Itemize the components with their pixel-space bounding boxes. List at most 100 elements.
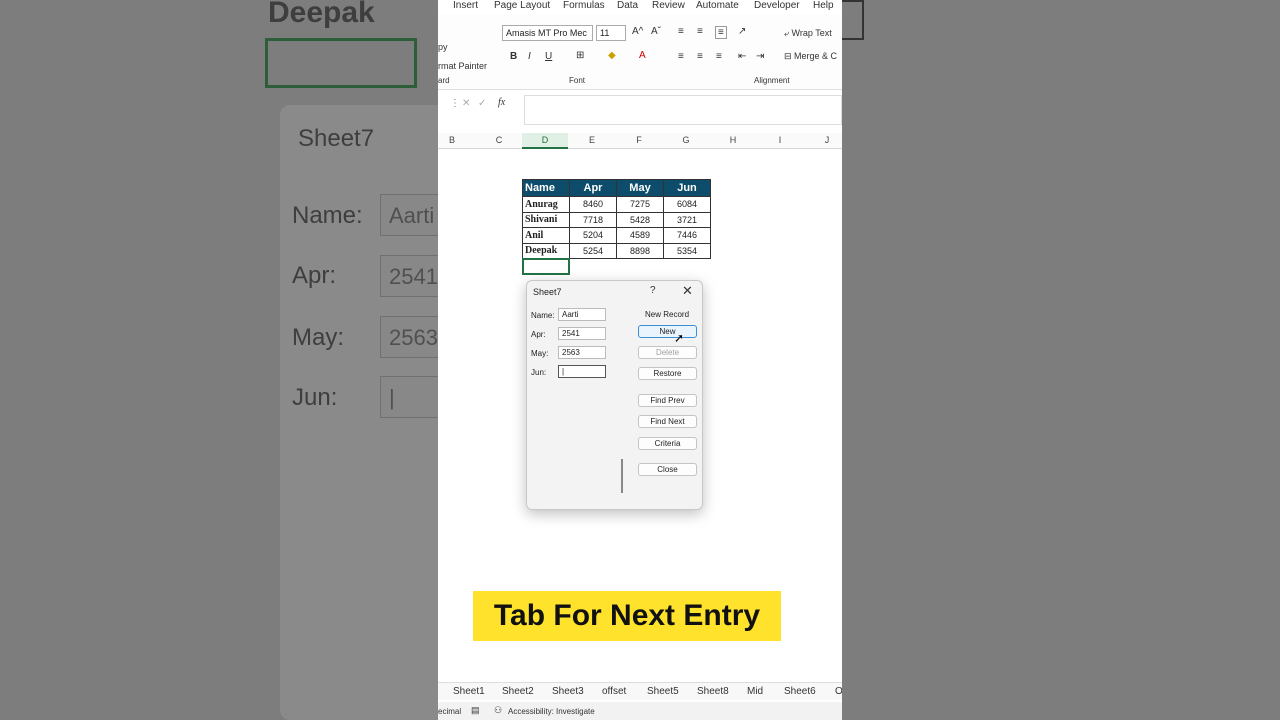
- column-c[interactable]: C: [476, 135, 522, 145]
- merge-icon: ⊟: [784, 51, 795, 61]
- bg-label-may: May:: [292, 324, 345, 351]
- column-d[interactable]: D: [522, 133, 568, 149]
- column-i[interactable]: I: [757, 135, 803, 145]
- header-apr[interactable]: Apr: [569, 179, 617, 197]
- increase-font-icon[interactable]: A^: [632, 26, 643, 37]
- column-g[interactable]: G: [663, 135, 709, 145]
- decrease-indent-icon[interactable]: ⇤: [738, 51, 746, 62]
- table-cell[interactable]: Shivani: [522, 211, 570, 228]
- italic-icon[interactable]: I: [528, 51, 531, 62]
- menu-help[interactable]: Help: [813, 0, 834, 11]
- apr-field[interactable]: 2541: [558, 327, 606, 340]
- increase-indent-icon[interactable]: ⇥: [756, 51, 764, 62]
- restore-button[interactable]: Restore: [638, 367, 697, 380]
- tab-sheet3[interactable]: Sheet3: [552, 686, 584, 697]
- header-jun[interactable]: Jun: [663, 179, 711, 197]
- table-cell[interactable]: 7718: [569, 211, 617, 228]
- table-cell[interactable]: 5204: [569, 227, 617, 244]
- table-cell[interactable]: 5254: [569, 242, 617, 259]
- table-cell[interactable]: 5354: [663, 242, 711, 259]
- delete-button[interactable]: Delete: [638, 346, 697, 359]
- align-left-icon[interactable]: ≡: [678, 51, 684, 62]
- header-may[interactable]: May: [616, 179, 664, 197]
- menu-insert[interactable]: Insert: [453, 0, 478, 11]
- menu-formulas[interactable]: Formulas: [563, 0, 605, 11]
- copy-button[interactable]: py: [438, 42, 448, 52]
- align-bottom-icon[interactable]: ≡: [715, 26, 727, 39]
- table-cell[interactable]: Deepak: [522, 242, 570, 259]
- table-cell[interactable]: 5428: [616, 211, 664, 228]
- font-group-label: Font: [569, 76, 586, 85]
- name-field[interactable]: Aarti: [558, 308, 606, 321]
- decrease-font-icon[interactable]: Aˇ: [651, 26, 661, 37]
- tab-sheet2[interactable]: Sheet2: [502, 686, 534, 697]
- insert-function-icon[interactable]: fx: [498, 97, 505, 108]
- table-cell[interactable]: 6084: [663, 196, 711, 213]
- align-middle-icon[interactable]: ≡: [697, 26, 703, 37]
- background-left-panel: Deepak Sheet7 Name: Apr: May: Jun: Aarti…: [0, 0, 438, 720]
- column-f[interactable]: F: [616, 135, 662, 145]
- table-cell[interactable]: 3721: [663, 211, 711, 228]
- enter-icon[interactable]: ✓: [478, 98, 486, 109]
- criteria-button[interactable]: Criteria: [638, 437, 697, 450]
- font-color-icon[interactable]: A: [639, 50, 646, 61]
- close-icon[interactable]: ✕: [682, 283, 693, 299]
- ribbon: py rmat Painter ard Amasis MT Pro Mec 11…: [438, 14, 842, 90]
- menu-automate[interactable]: Automate: [696, 0, 739, 11]
- orientation-icon[interactable]: ↗: [738, 26, 746, 37]
- tab-sheet5[interactable]: Sheet5: [647, 686, 679, 697]
- table-cell[interactable]: 7275: [616, 196, 664, 213]
- formula-input[interactable]: [524, 95, 842, 125]
- find-next-button[interactable]: Find Next: [638, 415, 697, 428]
- font-size-select[interactable]: 11: [596, 25, 626, 41]
- align-top-icon[interactable]: ≡: [678, 26, 684, 37]
- table-cell[interactable]: Anurag: [522, 196, 570, 213]
- menu-data[interactable]: Data: [617, 0, 638, 11]
- tab-mid[interactable]: Mid: [747, 686, 763, 697]
- table-cell[interactable]: 8898: [616, 242, 664, 259]
- accessibility-status[interactable]: Accessibility: Investigate: [508, 707, 595, 716]
- menu-review[interactable]: Review: [652, 0, 685, 11]
- wrap-text-button[interactable]: ⤶ Wrap Text: [784, 28, 832, 39]
- tab-sheet1[interactable]: Sheet1: [453, 686, 485, 697]
- underline-icon[interactable]: U: [545, 51, 552, 62]
- table-row: Anil 5204 4589 7446: [522, 227, 711, 244]
- tab-offset[interactable]: offset: [602, 686, 626, 697]
- align-center-icon[interactable]: ≡: [697, 51, 703, 62]
- field-label-name: Name:: [531, 311, 555, 320]
- column-b[interactable]: B: [438, 135, 475, 145]
- new-button[interactable]: New: [638, 325, 697, 338]
- cancel-icon[interactable]: ✕: [462, 98, 470, 109]
- column-j[interactable]: J: [804, 135, 842, 145]
- menu-page-layout[interactable]: Page Layout: [494, 0, 550, 11]
- tab-sheet8[interactable]: Sheet8: [697, 686, 729, 697]
- may-field[interactable]: 2563: [558, 346, 606, 359]
- align-right-icon[interactable]: ≡: [716, 51, 722, 62]
- bg-value-apr: 2541: [380, 255, 438, 297]
- column-h[interactable]: H: [710, 135, 756, 145]
- borders-icon[interactable]: ⊞: [576, 50, 584, 61]
- close-button[interactable]: Close: [638, 463, 697, 476]
- table-cell[interactable]: 7446: [663, 227, 711, 244]
- merge-center-button[interactable]: ⊟ Merge & C: [784, 51, 837, 62]
- column-e[interactable]: E: [569, 135, 615, 145]
- excel-window: Insert Page Layout Formulas Data Review …: [438, 0, 842, 720]
- selected-cell[interactable]: [522, 258, 570, 275]
- find-prev-button[interactable]: Find Prev: [638, 394, 697, 407]
- macro-icon[interactable]: ▤: [471, 705, 480, 716]
- tab-more[interactable]: O: [835, 686, 842, 697]
- fill-color-icon[interactable]: ◆: [608, 50, 616, 61]
- table-cell[interactable]: 8460: [569, 196, 617, 213]
- tab-sheet6[interactable]: Sheet6: [784, 686, 816, 697]
- table-cell[interactable]: 4589: [616, 227, 664, 244]
- format-painter-button[interactable]: rmat Painter: [438, 61, 487, 71]
- record-scrollbar[interactable]: [621, 459, 623, 493]
- font-name-select[interactable]: Amasis MT Pro Mec: [502, 25, 593, 41]
- table-cell[interactable]: Anil: [522, 227, 570, 244]
- help-icon[interactable]: ?: [650, 285, 656, 296]
- bold-icon[interactable]: B: [510, 51, 517, 62]
- menu-developer[interactable]: Developer: [754, 0, 800, 11]
- jun-field[interactable]: |: [558, 365, 606, 378]
- header-name[interactable]: Name: [522, 179, 570, 197]
- alignment-group-label: Alignment: [754, 76, 790, 85]
